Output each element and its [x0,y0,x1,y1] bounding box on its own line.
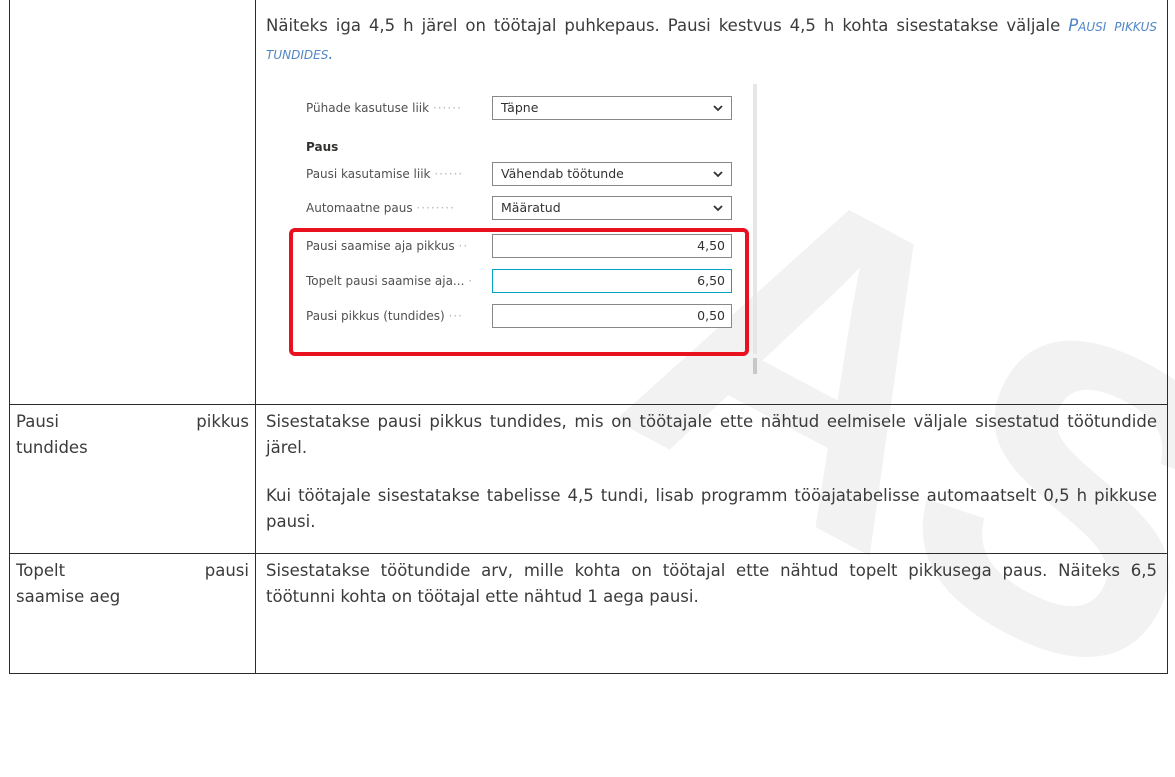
section-title-paus: Paus [306,140,339,154]
form-row-holiday-usage: Pühade kasutuse liik ······ [306,101,462,115]
chevron-down-icon [713,205,723,212]
intro-paragraph: Näiteks iga 4,5 h järel on töötajal puhk… [266,12,1157,68]
break-usage-select[interactable]: Vähendab töötunde [492,162,732,186]
settings-form-screenshot: Pühade kasutuse liik ······ Täpne Paus P… [266,84,766,384]
paragraph: Kui töötajale sisestatakse tabelisse 4,5… [266,486,1157,531]
break-usage-label: Pausi kasutamise liik [306,167,431,181]
highlight-box [289,228,749,356]
table-cell-label: Pausi pikkus tundides [9,404,256,554]
label-word: Topelt [16,561,66,580]
label-word: Pausi [16,412,59,431]
holiday-usage-label: Pühade kasutuse liik [306,101,430,115]
form-row-auto-break: Automaatne paus ········ [306,201,455,215]
auto-break-label: Automaatne paus [306,201,413,215]
chevron-down-icon [713,171,723,178]
document-table: Näiteks iga 4,5 h järel on töötajal puhk… [9,0,1168,674]
holiday-usage-select[interactable]: Täpne [492,96,732,120]
table-row: Topelt pausi saamise aeg Sisestatakse tö… [9,553,1168,674]
auto-break-select[interactable]: Määratud [492,196,732,220]
table-cell-label-empty [9,0,256,405]
paragraph: Sisestatakse töötundide arv, mille kohta… [266,561,1157,606]
table-cell-description: Sisestatakse pausi pikkus tundides, mis … [255,404,1168,554]
chevron-down-icon [713,105,723,112]
table-cell-description: Sisestatakse töötundide arv, mille kohta… [255,553,1168,674]
scrollbar-track[interactable] [753,84,757,354]
table-cell-label: Topelt pausi saamise aeg [9,553,256,674]
paragraph: Sisestatakse pausi pikkus tundides, mis … [266,412,1157,457]
table-row: Näiteks iga 4,5 h järel on töötajal puhk… [9,0,1168,405]
label-line: saamise aeg [16,587,121,606]
intro-text: Näiteks iga 4,5 h järel on töötajal puhk… [266,16,1069,35]
label-line: tundides [16,438,88,457]
form-row-break-usage: Pausi kasutamise liik ······ [306,167,464,181]
table-row: Pausi pikkus tundides Sisestatakse pausi… [9,404,1168,554]
scrollbar-thumb[interactable] [753,358,757,374]
table-cell-description: Näiteks iga 4,5 h järel on töötajal puhk… [255,0,1168,405]
label-word: pikkus [196,412,249,431]
label-word: pausi [204,561,249,580]
